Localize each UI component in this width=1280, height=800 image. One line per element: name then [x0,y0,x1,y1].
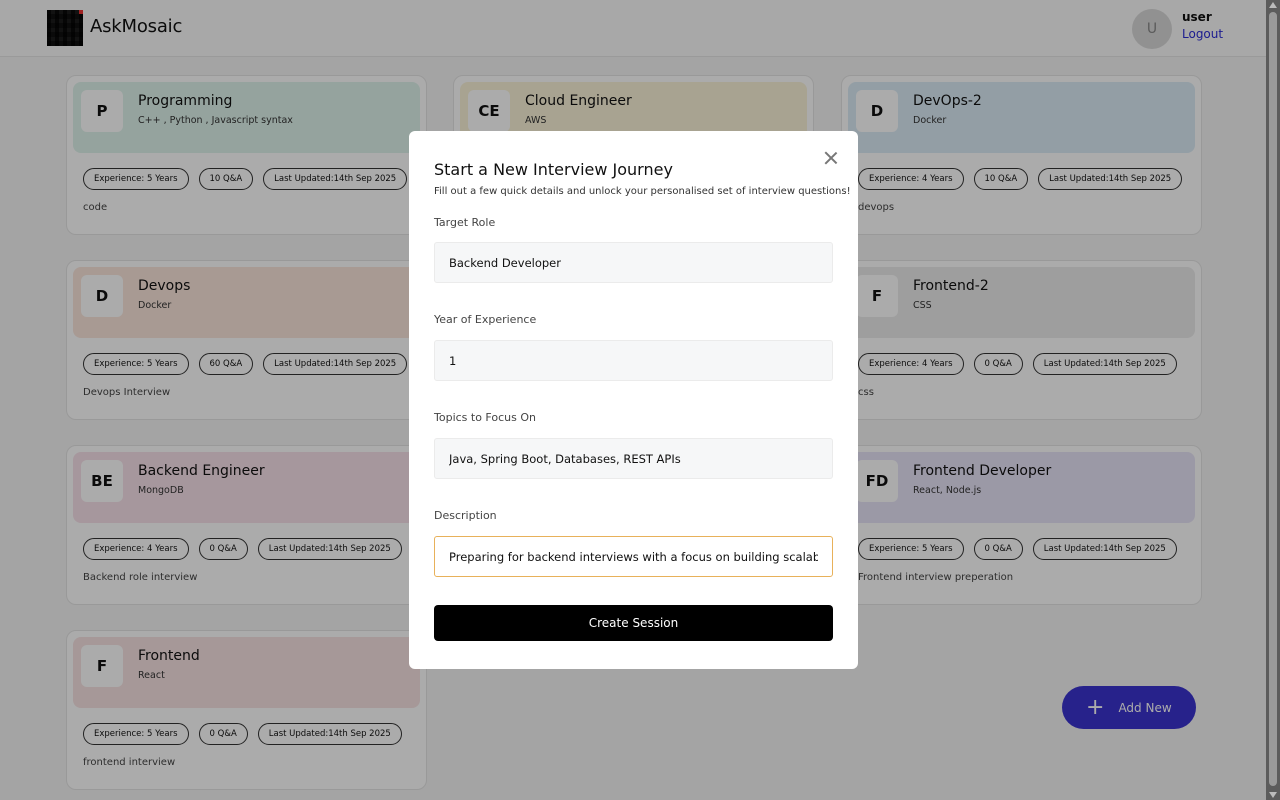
modal-subtitle: Fill out a few quick details and unlock … [434,186,851,197]
description-input[interactable] [434,536,833,577]
target-role-input[interactable] [434,242,833,283]
scroll-down-arrow-icon[interactable] [1269,792,1277,798]
experience-input[interactable] [434,340,833,381]
vertical-scrollbar[interactable] [1266,0,1280,800]
target-role-label: Target Role [434,216,496,229]
scroll-up-arrow-icon[interactable] [1269,2,1277,8]
topics-input[interactable] [434,438,833,479]
topics-label: Topics to Focus On [434,411,536,424]
scrollbar-thumb[interactable] [1269,12,1277,786]
experience-label: Year of Experience [434,313,537,326]
modal-title: Start a New Interview Journey [434,160,673,179]
create-session-button[interactable]: Create Session [434,605,833,641]
description-label: Description [434,509,497,522]
new-session-modal: Start a New Interview Journey Fill out a… [409,131,858,669]
close-icon[interactable] [823,150,839,166]
